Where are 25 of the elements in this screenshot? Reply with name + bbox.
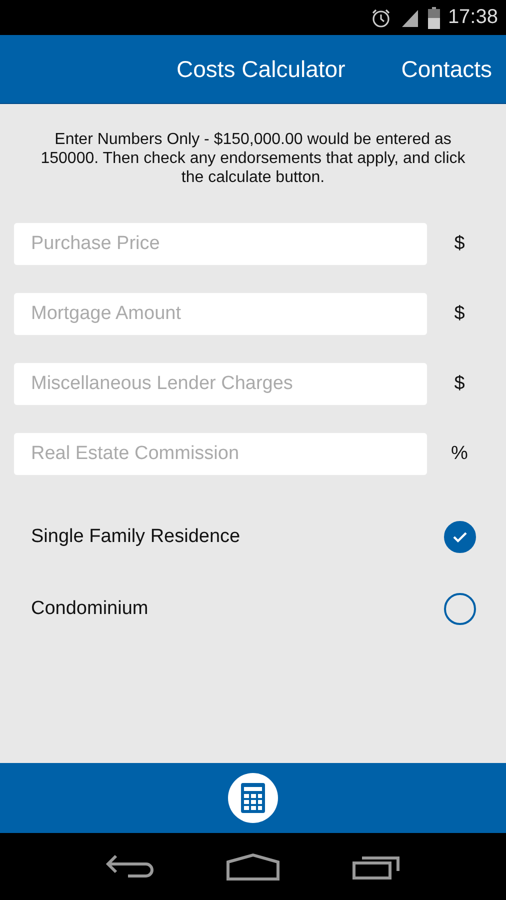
checkbox[interactable] (444, 593, 476, 625)
checkbox[interactable] (444, 521, 476, 553)
input-field[interactable]: Real Estate Commission (14, 433, 427, 475)
calculate-button[interactable] (228, 773, 278, 823)
input-field[interactable]: Miscellaneous Lender Charges (14, 363, 427, 405)
checkbox-label: Condominium (31, 598, 148, 620)
input-field[interactable]: Purchase Price (14, 223, 427, 265)
alarm-clock-icon (370, 6, 392, 28)
signal-icon (400, 8, 420, 28)
menu-item[interactable]: Contacts (401, 56, 492, 82)
recent-apps-icon[interactable] (352, 854, 400, 880)
unit-label: $ (453, 233, 466, 255)
status-time: 17:38 (448, 6, 498, 29)
back-icon[interactable] (106, 854, 154, 880)
input-field[interactable]: Mortgage Amount (14, 293, 427, 335)
home-icon[interactable] (226, 852, 280, 880)
checkmark-icon (452, 531, 468, 543)
instructions-text: Enter Numbers Only - $150,000.00 would be entered as 150000. Then check any endorsements that apply, and click the calculate button. (40, 130, 466, 187)
calculator-icon (241, 783, 265, 813)
menu-item[interactable]: Costs Calculator (176, 56, 346, 82)
unit-label: $ (453, 373, 466, 395)
unit-label: $ (453, 303, 466, 325)
battery-icon (428, 6, 440, 28)
unit-label: % (450, 443, 469, 465)
checkbox-label: Single Family Residence (31, 526, 240, 548)
